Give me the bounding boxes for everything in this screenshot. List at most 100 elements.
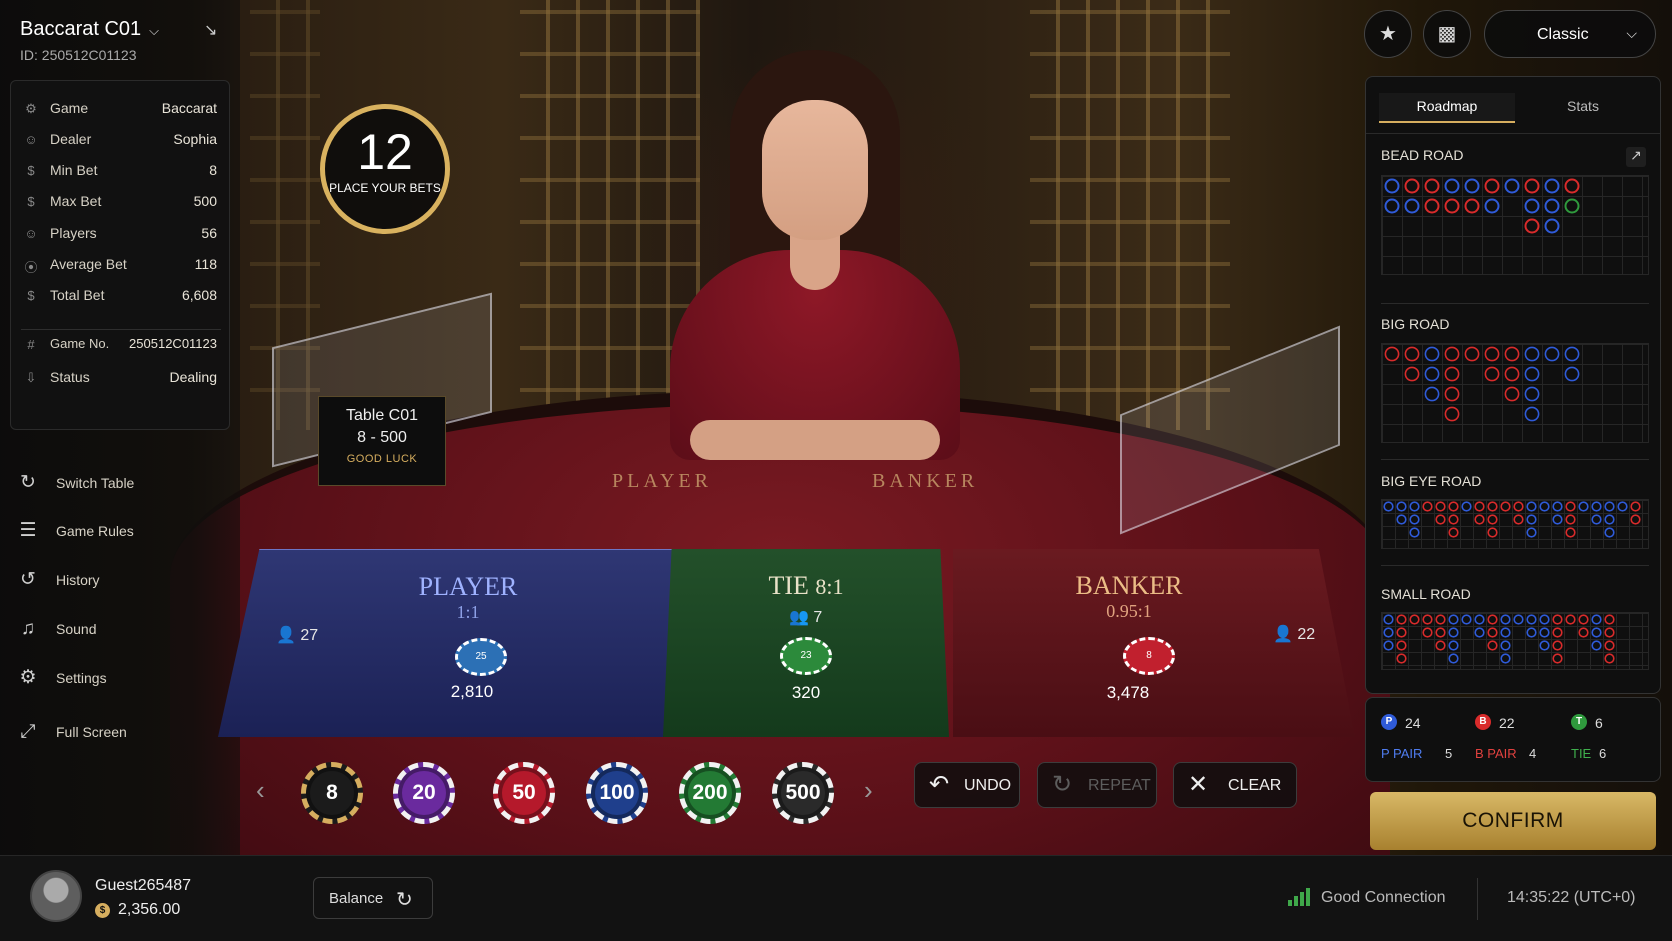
- road-mark: [1461, 501, 1472, 512]
- collapse-panel-icon[interactable]: ↘: [204, 20, 217, 40]
- bet-area-tie[interactable]: TIE 8:1 👥 7 23 320: [663, 549, 949, 737]
- player-bet-odds: 1:1: [456, 602, 480, 622]
- road-mark: [1552, 501, 1563, 512]
- players-icon: ☺: [24, 226, 38, 241]
- chevron-down-icon: ⌵: [1626, 25, 1637, 41]
- bet-countdown-timer: 12 PLACE YOUR BETS: [320, 104, 450, 234]
- menu-label: Settings: [56, 670, 107, 686]
- chip-500[interactable]: 500: [772, 762, 834, 824]
- total-bet-icon: $: [27, 288, 35, 303]
- bead-road-mark: [1524, 198, 1540, 214]
- road-mark: [1526, 501, 1537, 512]
- avatar[interactable]: [30, 870, 82, 922]
- road-mark: [1384, 346, 1400, 362]
- road-mark: [1524, 386, 1540, 402]
- info-divider: [21, 329, 221, 330]
- road-mark: [1591, 501, 1602, 512]
- sound-icon: ♫: [20, 618, 36, 639]
- road-mark: [1487, 514, 1498, 525]
- bead-road-mark: [1524, 178, 1540, 194]
- road-mark: [1500, 501, 1511, 512]
- favorite-button[interactable]: ★: [1364, 10, 1412, 58]
- info-value: 6,608: [181, 287, 217, 303]
- bet-area-banker[interactable]: BANKER 0.95:1 👤 22 8 3,478: [953, 549, 1355, 737]
- road-mark: [1526, 527, 1537, 538]
- road-mark: [1604, 653, 1615, 664]
- balance-refresh-button[interactable]: Balance ↻: [313, 877, 433, 919]
- road-mark: [1591, 627, 1602, 638]
- info-value: 56: [201, 225, 217, 241]
- road-mark: [1565, 501, 1576, 512]
- chevron-left-icon[interactable]: ‹: [256, 775, 265, 806]
- info-row: ☺ Players 56: [11, 225, 231, 245]
- tab-roadmap[interactable]: Roadmap: [1379, 93, 1515, 123]
- road-mark: [1448, 640, 1459, 651]
- bead-road-grid: [1381, 175, 1649, 275]
- max-bet-icon: $: [27, 194, 35, 209]
- menu-item-switch-table[interactable]: ↻ Switch Table: [16, 471, 216, 497]
- refresh-icon: ↻: [396, 889, 413, 911]
- tie-bet-name: TIE 8:1: [663, 571, 949, 601]
- menu-label: Game Rules: [56, 523, 134, 539]
- road-mark: [1474, 501, 1485, 512]
- tie-bet-odds: 8:1: [815, 574, 844, 599]
- road-mark: [1630, 514, 1641, 525]
- bead-road-mark: [1484, 198, 1500, 214]
- road-mark: [1424, 346, 1440, 362]
- menu-item-settings[interactable]: ⚙ Settings: [16, 666, 216, 692]
- bottom-status-bar: Guest265487 $ 2,356.00 Balance ↻ Good Co…: [0, 855, 1672, 941]
- player-bettors-count: 27: [300, 627, 319, 644]
- view-mode-select[interactable]: Classic ⌵: [1484, 10, 1656, 58]
- road-mark: [1578, 614, 1589, 625]
- menu-item-history[interactable]: ↺ History: [16, 568, 216, 594]
- road-mark: [1435, 514, 1446, 525]
- info-row: $ Total Bet 6,608: [11, 287, 231, 307]
- repeat-icon: ↻: [1052, 771, 1073, 798]
- expand-icon[interactable]: ↗: [1626, 147, 1646, 167]
- tie-count: 6: [1595, 715, 1603, 731]
- game-icon: ⚙: [25, 101, 37, 116]
- info-key: Game No.: [50, 336, 110, 351]
- chip-200[interactable]: 200: [679, 762, 741, 824]
- big-road-marks: [1384, 346, 1580, 422]
- road-mark: [1396, 653, 1407, 664]
- result-stats: P 24 B 22 T 6 P PAIR 5 B PAIR 4 TIE 6: [1365, 697, 1661, 782]
- undo-button[interactable]: ↶ UNDO: [914, 762, 1020, 808]
- bet-area-player[interactable]: PLAYER 1:1 👤 27 25 2,810: [218, 549, 678, 737]
- tie-total-label: TIE: [1571, 746, 1592, 761]
- chip-20[interactable]: 20: [393, 762, 455, 824]
- road-mark: [1487, 627, 1498, 638]
- menu-item-sound[interactable]: ♫ Sound: [16, 617, 216, 643]
- confirm-button[interactable]: CONFIRM: [1370, 792, 1656, 850]
- chevron-right-icon[interactable]: ›: [864, 775, 873, 806]
- road-mark: [1487, 527, 1498, 538]
- chip-100[interactable]: 100: [586, 762, 648, 824]
- menu-label: Full Screen: [56, 724, 127, 740]
- tie-total-value: 6: [1599, 746, 1607, 761]
- road-mark: [1383, 627, 1394, 638]
- table-info-box: ⚙ Game Baccarat ☺ Dealer Sophia $ Min Bet 8 $ Max …: [10, 80, 230, 430]
- menu-item-full-screen[interactable]: ⤢ Full Screen: [16, 720, 216, 746]
- bead-road-marks: [1384, 178, 1580, 234]
- road-mark: [1404, 366, 1420, 382]
- banker-bet-amount: 3,478: [1106, 683, 1150, 702]
- info-key: Min Bet: [50, 162, 98, 178]
- bead-road-mark: [1544, 178, 1560, 194]
- info-key: Status: [50, 369, 90, 385]
- menu-item-game-rules[interactable]: ☰ Game Rules: [16, 519, 216, 545]
- player-count-badge: P: [1381, 714, 1397, 730]
- road-mark: [1422, 614, 1433, 625]
- timer-label: PLACE YOUR BETS: [329, 181, 441, 195]
- statistics-button[interactable]: ▩: [1423, 10, 1471, 58]
- road-mark: [1552, 640, 1563, 651]
- table-selector[interactable]: Baccarat C01 ⌵: [20, 18, 159, 41]
- chip-8[interactable]: 8: [301, 762, 363, 824]
- big-road-grid: [1381, 343, 1649, 443]
- repeat-button[interactable]: ↻ REPEAT: [1037, 762, 1157, 808]
- clear-button[interactable]: ✕ CLEAR: [1173, 762, 1297, 808]
- chip-50[interactable]: 50: [493, 762, 555, 824]
- small-road-grid: [1381, 612, 1649, 670]
- road-mark: [1526, 627, 1537, 638]
- felt-player-label: PLAYER: [612, 470, 712, 492]
- tab-stats[interactable]: Stats: [1515, 93, 1651, 123]
